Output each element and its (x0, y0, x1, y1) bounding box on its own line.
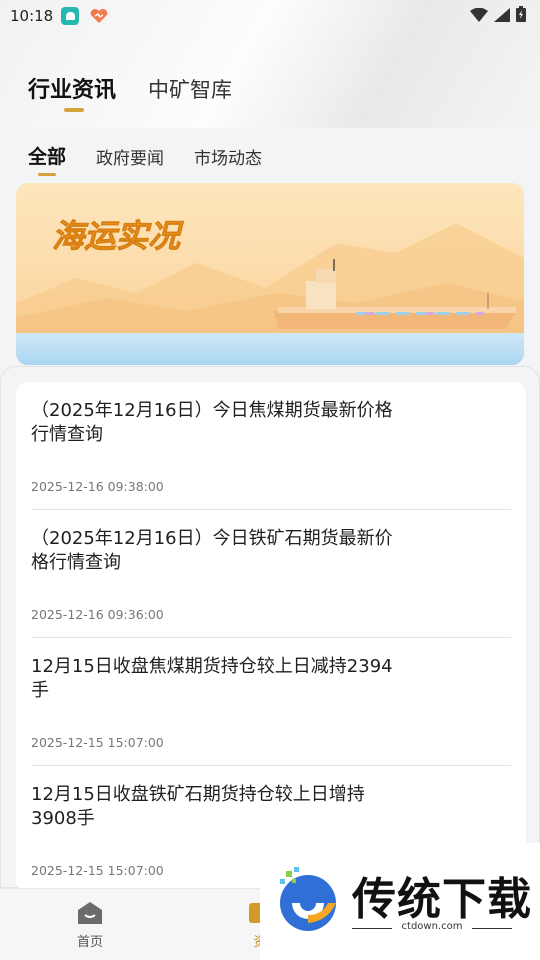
news-title: （2025年12月16日）今日铁矿石期货最新价格行情查询 (31, 528, 393, 573)
notification-app-icon (61, 7, 80, 25)
news-date: 2025-12-16 09:36:00 (31, 607, 164, 622)
subtab-government-news[interactable]: 政府要闻 (96, 144, 164, 169)
sub-tabs: 全部 政府要闻 市场动态 (28, 142, 292, 176)
news-date: 2025-12-15 15:07:00 (31, 735, 164, 750)
banner-title: 海运实况 (52, 217, 184, 255)
tab-industry-news[interactable]: 行业资讯 (28, 72, 117, 112)
news-item[interactable]: （2025年12月16日）今日铁矿石期货最新价格行情查询 2025-12-16 … (31, 510, 511, 638)
news-panel: （2025年12月16日）今日焦煤期货最新价格行情查询 2025-12-16 0… (0, 366, 540, 892)
watermark-brand: 传统下载 (352, 874, 532, 925)
main-tabs: 行业资讯 中矿智库 (28, 72, 264, 112)
tab-think-tank[interactable]: 中矿智库 (148, 74, 232, 104)
active-subtab-indicator (38, 173, 56, 176)
news-list: （2025年12月16日）今日焦煤期货最新价格行情查询 2025-12-16 0… (16, 382, 526, 892)
wifi-icon (470, 7, 488, 26)
battery-icon (516, 6, 526, 26)
news-item[interactable]: 12月15日收盘焦煤期货持仓较上日减持2394手 2025-12-15 15:0… (31, 638, 511, 766)
tab-label: 行业资讯 (28, 78, 117, 103)
shipping-banner[interactable]: 海运实况 (16, 183, 524, 365)
subtab-market-dynamics[interactable]: 市场动态 (194, 144, 262, 169)
signal-icon (494, 7, 510, 26)
subtab-label: 市场动态 (194, 149, 263, 169)
nav-label: 首页 (76, 935, 103, 950)
subtab-all[interactable]: 全部 (28, 142, 67, 176)
subtab-label: 全部 (28, 146, 67, 168)
news-date: 2025-12-16 09:38:00 (31, 479, 164, 494)
news-title: 12月15日收盘焦煤期货持仓较上日减持2394手 (31, 656, 393, 701)
watermark-domain: ctdown.com (401, 921, 463, 932)
watermark-divider (472, 928, 512, 929)
watermark: 传统下载 ctdown.com (260, 843, 540, 960)
subtab-label: 政府要闻 (96, 149, 165, 169)
home-icon (77, 902, 103, 929)
watermark-logo-icon (272, 863, 344, 939)
news-title: （2025年12月16日）今日焦煤期货最新价格行情查询 (31, 400, 393, 445)
news-item[interactable]: （2025年12月16日）今日焦煤期货最新价格行情查询 2025-12-16 0… (31, 382, 511, 510)
news-title: 12月15日收盘铁矿石期货持仓较上日增持3908手 (31, 784, 365, 829)
tab-label: 中矿智库 (148, 78, 233, 102)
status-time: 10:18 (10, 7, 54, 25)
news-date: 2025-12-15 15:07:00 (31, 863, 164, 878)
status-bar: 10:18 (0, 0, 540, 32)
active-tab-indicator (64, 108, 84, 112)
notification-heart-icon (89, 8, 109, 24)
nav-home[interactable]: 首页 (60, 901, 120, 950)
